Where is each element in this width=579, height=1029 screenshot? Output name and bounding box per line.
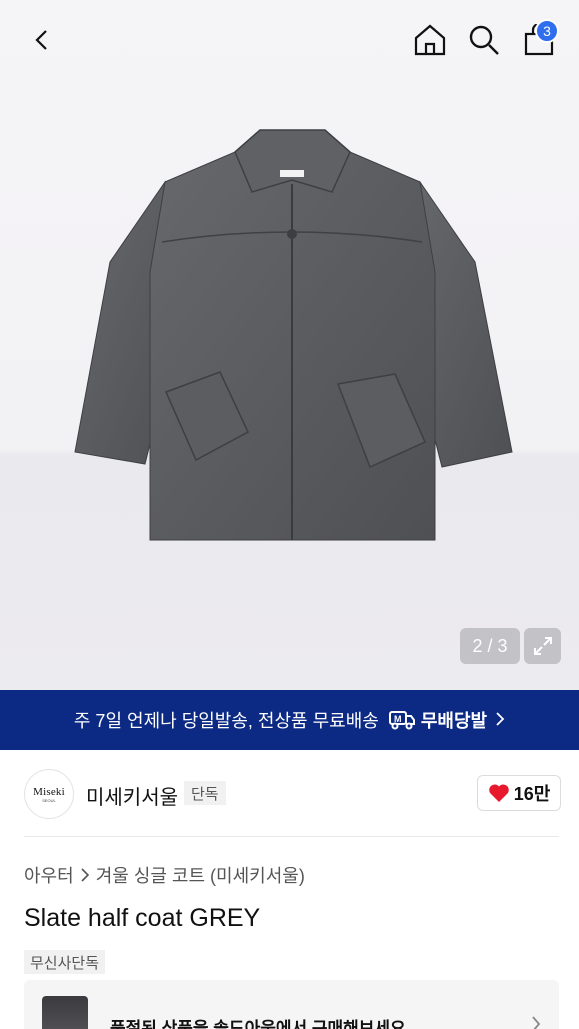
musinsa-exclusive-tag: 무신사단독	[24, 950, 106, 974]
shopping-bag-icon[interactable]: 3	[517, 18, 561, 62]
like-button[interactable]: 16만	[477, 775, 561, 811]
divider	[24, 836, 559, 837]
exclusive-badge: 단독	[184, 781, 226, 805]
top-navigation-bar: 3	[0, 0, 579, 80]
expand-icon[interactable]	[524, 628, 561, 664]
home-icon[interactable]	[408, 18, 452, 62]
breadcrumb: 아우터 겨울 싱글 코트 (미세키서울)	[24, 862, 305, 888]
search-icon[interactable]	[462, 18, 506, 62]
brand-logo[interactable]: Miseki SEOUL	[24, 769, 74, 819]
free-shipping-promo-banner[interactable]: 주 7일 언제나 당일발송, 전상품 무료배송 M 무배당발	[0, 690, 579, 750]
breadcrumb-child[interactable]: 겨울 싱글 코트 (미세키서울)	[96, 862, 305, 888]
like-count: 16만	[513, 784, 551, 804]
delivery-truck-icon: M	[388, 710, 415, 730]
promo-text: 주 7일 언제나 당일발송, 전상품 무료배송	[73, 711, 379, 731]
brand-row[interactable]: Miseki SEOUL 미세키서울 단독 16만	[0, 750, 579, 838]
banner-text: 품절된 상품을 솔드아웃에서 구매해보세요	[110, 1019, 406, 1029]
breadcrumb-parent[interactable]: 아우터	[24, 862, 74, 888]
svg-text:M: M	[394, 714, 402, 724]
promo-brand: 무배당발	[420, 711, 488, 731]
coat-product-image	[74, 129, 513, 541]
brand-name[interactable]: 미세키서울	[86, 781, 178, 810]
chevron-left-icon[interactable]	[20, 18, 64, 62]
cart-count-badge: 3	[535, 19, 559, 43]
chevron-right-icon	[532, 1016, 541, 1029]
image-counter: 2 / 3	[460, 628, 520, 664]
product-thumbnail	[42, 996, 88, 1029]
soldout-resale-banner[interactable]: 품절된 상품을 솔드아웃에서 구매해보세요	[24, 980, 559, 1029]
product-title: Slate half coat GREY	[24, 904, 261, 932]
chevron-right-icon	[495, 710, 505, 731]
product-image-gallery[interactable]: 2 / 3	[0, 0, 579, 690]
chevron-right-icon	[81, 868, 89, 882]
heart-icon	[488, 784, 509, 802]
